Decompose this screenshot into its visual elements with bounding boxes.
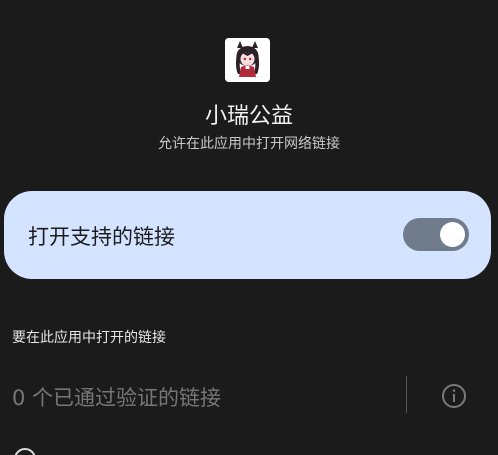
switch-thumb <box>440 222 465 247</box>
app-name: 小瑞公益 <box>204 104 293 129</box>
app-subtitle: 允许在此应用中打开网络链接 <box>158 136 340 152</box>
verified-links-row[interactable]: 0 个已通过验证的链接 <box>0 370 498 420</box>
verified-links-count: 0 个已通过验证的链接 <box>12 386 222 410</box>
info-icon <box>442 384 466 408</box>
app-icon <box>225 38 270 82</box>
anime-girl-avatar-icon <box>225 38 270 82</box>
open-supported-links-toggle-row[interactable]: 打开支持的链接 <box>4 191 491 279</box>
row-divider <box>406 376 407 413</box>
links-section-header: 要在此应用中打开的链接 <box>12 330 166 346</box>
open-supported-links-switch[interactable] <box>403 218 469 251</box>
info-button[interactable] <box>438 380 470 412</box>
open-supported-links-label: 打开支持的链接 <box>28 225 175 249</box>
app-link-settings-screen: 小瑞公益 允许在此应用中打开网络链接 打开支持的链接 要在此应用中打开的链接 0… <box>0 0 498 455</box>
partial-radio-button[interactable] <box>14 448 36 455</box>
